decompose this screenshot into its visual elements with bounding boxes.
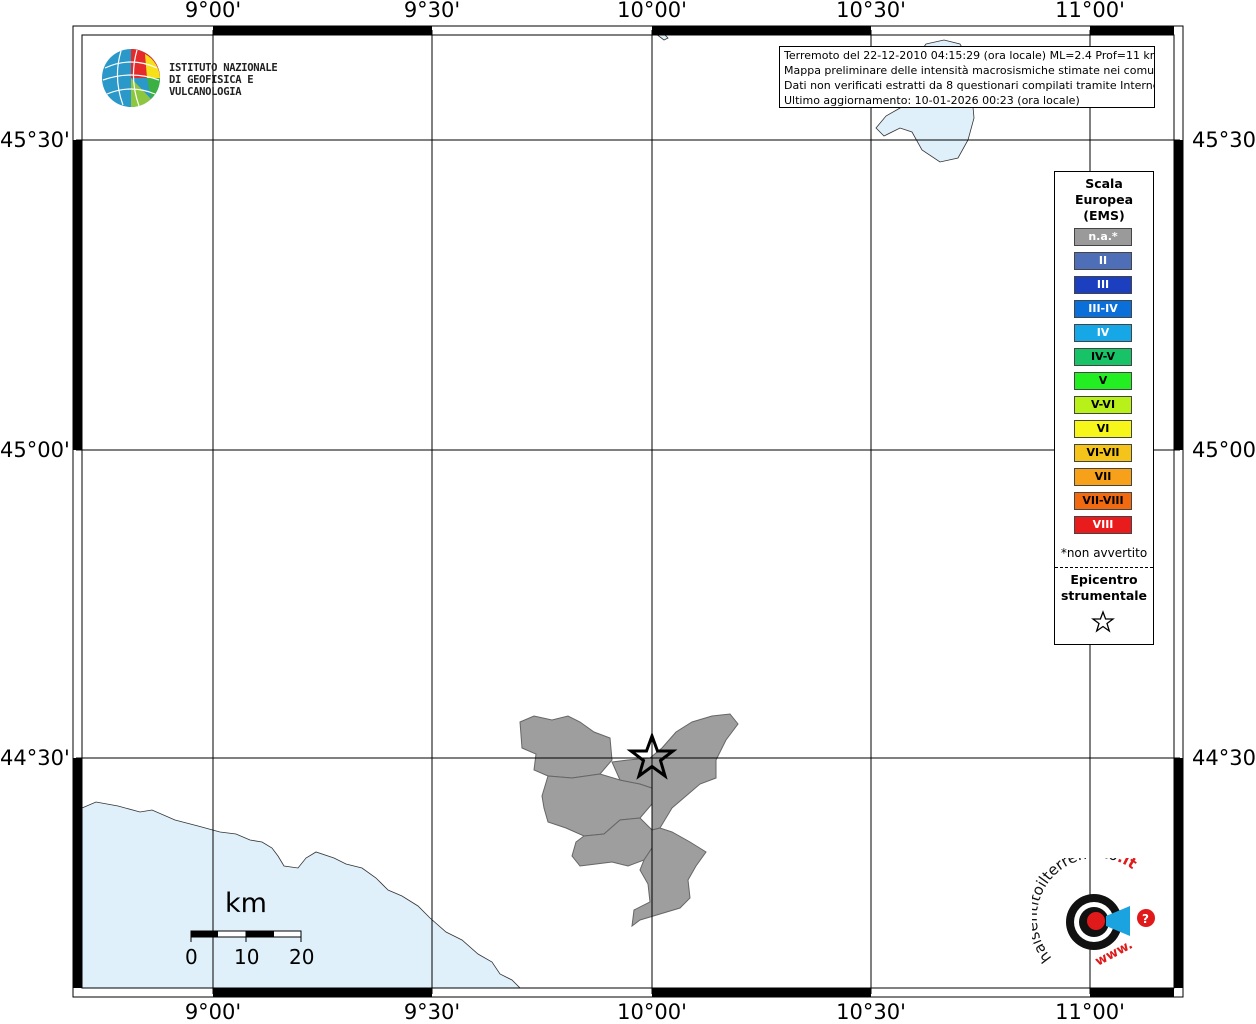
lat-tick-left: 45°30' <box>0 128 70 152</box>
lon-tick-top: 9°00' <box>184 0 242 22</box>
lat-tick-right: 45°00' <box>1192 438 1256 462</box>
legend-item: VIII <box>1074 516 1132 534</box>
legend-title: Scala Europea (EMS) <box>1055 176 1153 224</box>
municipality-area <box>519 715 613 779</box>
haisentito-icon: haisentitoilterremoto.it ? www. <box>1023 844 1155 970</box>
lat-tick-right: 45°30' <box>1192 128 1256 152</box>
lon-tick-bottom: 9°00' <box>184 1000 242 1024</box>
ems-legend: Scala Europea (EMS) n.a.* II III III-IV IV IV… <box>1054 171 1154 645</box>
star-icon <box>1091 610 1115 633</box>
scale-tick-label: 0 <box>185 945 198 969</box>
event-info-line: Ultimo aggiornamento: 10-01-2026 00:23 (… <box>784 94 1080 107</box>
legend-title-line: Scala <box>1085 176 1123 191</box>
haisentito-logo: haisentitoilterremoto.it ? www. <box>1023 844 1162 978</box>
lon-tick-bottom: 10°30' <box>836 1000 906 1024</box>
lat-tick-right: 44°30' <box>1192 746 1256 770</box>
event-info-box: Terremoto del 22-12-2010 04:15:29 (ora l… <box>779 46 1155 108</box>
ingv-logo: ISTITUTO NAZIONALE DI GEOFISICA E VULCAN… <box>101 48 331 110</box>
legend-epicenter-line: Epicentro <box>1070 572 1138 587</box>
event-info-line: Dati non verificati estratti da 8 questi… <box>784 79 1155 92</box>
question-mark-icon: ? <box>1142 912 1149 926</box>
lon-tick-bottom: 11°00' <box>1055 1000 1125 1024</box>
scale-tick-label: 20 <box>289 945 315 969</box>
legend-item: IV <box>1074 324 1132 342</box>
legend-divider <box>1055 567 1153 568</box>
legend-item: IV-V <box>1074 348 1132 366</box>
municipalities <box>519 713 739 928</box>
legend-item: VI <box>1074 420 1132 438</box>
legend-title-line: (EMS) <box>1083 208 1125 223</box>
legend-item: V <box>1074 372 1132 390</box>
ingv-line1: ISTITUTO NAZIONALE <box>169 62 278 74</box>
lon-tick-top: 10°00' <box>617 0 687 22</box>
legend-epicenter-line: strumentale <box>1060 588 1148 603</box>
legend-note: *non avvertito <box>1060 546 1148 560</box>
scale-tick-label: 10 <box>234 945 260 969</box>
legend-item: III <box>1074 276 1132 294</box>
lon-tick-top: 9°30' <box>403 0 461 22</box>
legend-item: VII <box>1074 468 1132 486</box>
scale-unit-label: km <box>225 888 267 919</box>
ingv-line2: DI GEOFISICA E VULCANOLOGIA <box>169 74 254 98</box>
lat-tick-left: 44°30' <box>0 746 70 770</box>
legend-item: V-VI <box>1074 396 1132 414</box>
lat-tick-left: 45°00' <box>0 438 70 462</box>
legend-item: III-IV <box>1074 300 1132 318</box>
legend-item: n.a.* <box>1074 228 1132 246</box>
legend-epicenter-label: Epicentro strumentale <box>1055 572 1153 604</box>
lon-tick-bottom: 9°30' <box>403 1000 461 1024</box>
lon-tick-top: 11°00' <box>1055 0 1125 22</box>
legend-item: VI-VII <box>1074 444 1132 462</box>
event-info-line: Terremoto del 22-12-2010 04:15:29 (ora l… <box>784 49 1155 62</box>
lon-tick-top: 10°30' <box>836 0 906 22</box>
legend-item: VII-VIII <box>1074 492 1132 510</box>
event-info-line: Mappa preliminare delle intensità macros… <box>784 64 1155 77</box>
legend-item: II <box>1074 252 1132 270</box>
lon-tick-bottom: 10°00' <box>617 1000 687 1024</box>
globe-icon <box>102 49 160 107</box>
legend-title-line: Europea <box>1074 192 1134 207</box>
